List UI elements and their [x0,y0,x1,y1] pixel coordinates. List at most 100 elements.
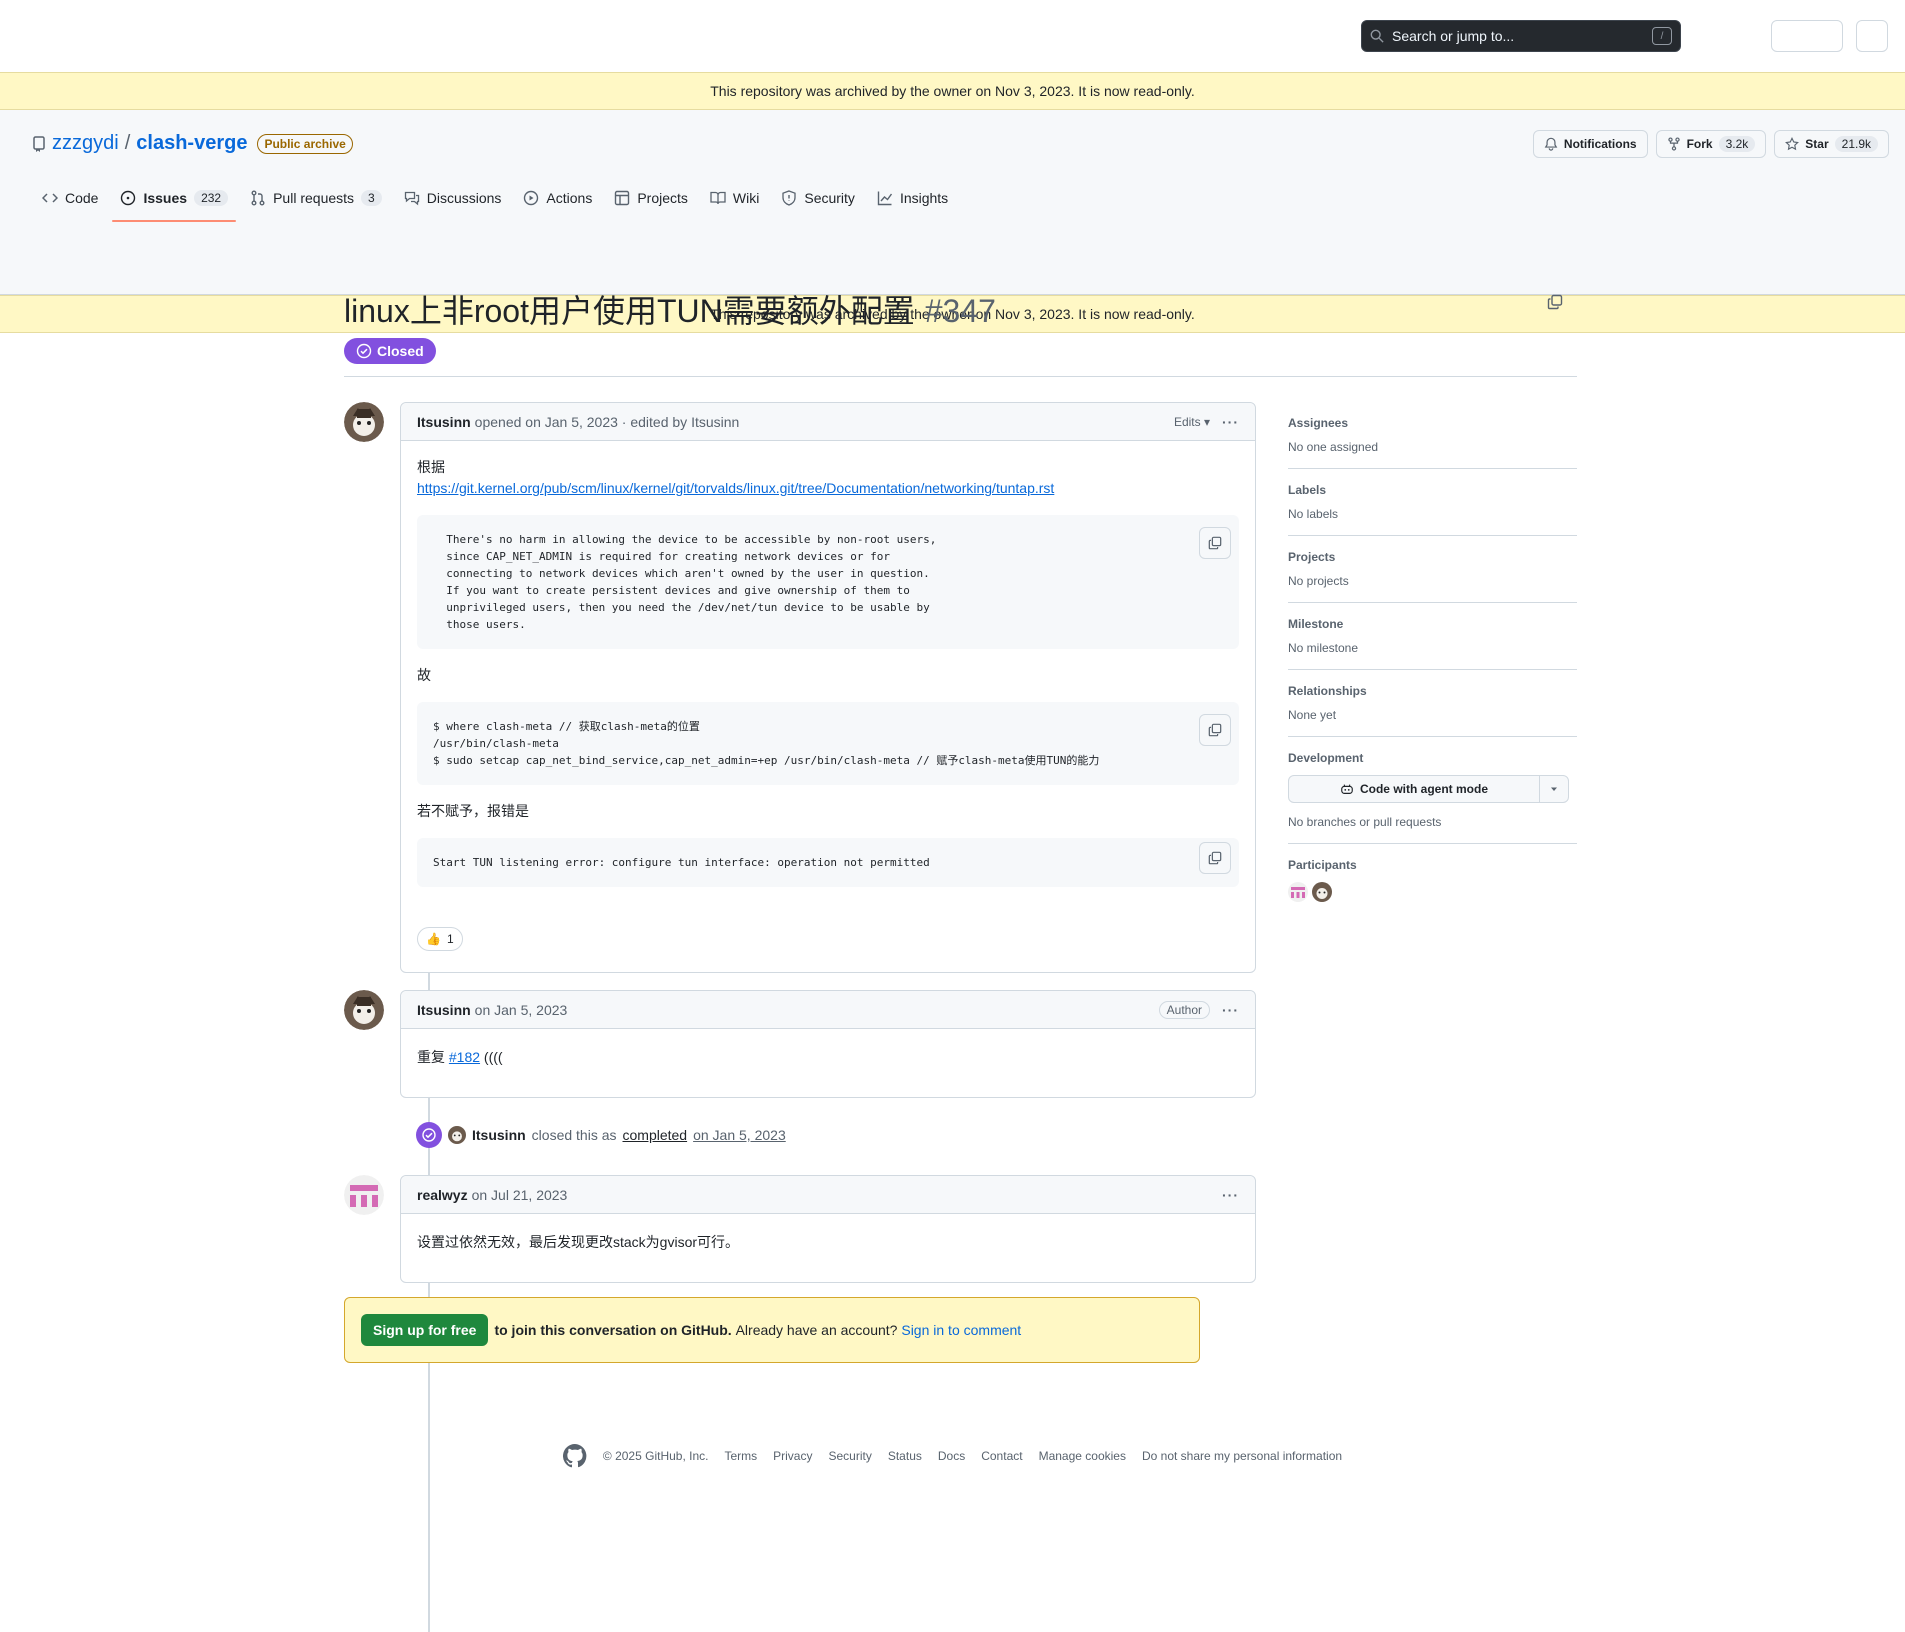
menu-button[interactable] [1856,20,1888,52]
kernel-doc-link[interactable]: https://git.kernel.org/pub/scm/linux/ker… [417,480,1054,496]
sign-in-link[interactable]: Sign in to comment [901,1322,1021,1338]
avatar[interactable] [344,402,384,442]
code-with-agent-button-group: Code with agent mode [1288,775,1569,803]
copy-code-button[interactable] [1199,714,1231,746]
event-date-link[interactable]: on Jan 5, 2023 [693,1127,786,1143]
book-icon [710,191,726,205]
sidebar-heading: Projects [1288,550,1336,564]
tab-pull-requests[interactable]: Pull requests 3 [240,174,392,222]
fork-icon [1667,137,1680,151]
event-actor[interactable]: Itsusinn [472,1127,526,1143]
fork-button[interactable]: Fork 3.2k [1655,130,1767,158]
agent-dropdown-button[interactable] [1540,776,1568,802]
tab-wiki[interactable]: Wiki [700,174,769,222]
avatar[interactable] [344,990,384,1030]
sidebar-value: No one assigned [1288,440,1379,454]
sidebar-heading: Participants [1288,858,1357,872]
comment-header: Itsusinn on Jan 5, 2023 Author ··· [401,991,1255,1029]
issue-sidebar: Assignees No one assigned Labels No labels… [1288,402,1577,916]
edits-dropdown[interactable]: Edits ▾ [1174,415,1210,429]
tab-actions[interactable]: Actions [513,174,602,222]
triangle-down-icon [1551,787,1557,791]
sign-in-button[interactable] [1771,20,1843,52]
issue-body-comment: Itsusinn opened on Jan 5, 2023 · edited … [400,402,1256,973]
copy-code-button[interactable] [1199,842,1231,874]
issue-number: #347 [924,293,996,329]
tab-insights[interactable]: Insights [867,174,958,222]
comment-author[interactable]: realwyz [417,1187,468,1203]
footer-link-terms[interactable]: Terms [724,1449,757,1463]
reaction-button[interactable]: 👍 1 [417,927,463,951]
search-input[interactable]: Search or jump to... / [1361,20,1681,52]
star-label: Star [1805,137,1829,151]
sign-up-button[interactable]: Sign up for free [361,1314,489,1346]
comment-header: Itsusinn opened on Jan 5, 2023 · edited … [401,403,1255,441]
fork-label: Fork [1686,137,1713,151]
more-options-icon[interactable]: ··· [1222,414,1239,430]
footer-link-docs[interactable]: Docs [938,1449,965,1463]
notifications-button[interactable]: Notifications [1532,130,1648,158]
tab-label: Projects [637,190,688,206]
participant-avatar[interactable] [1312,882,1332,902]
visibility-badge: Public archive [257,133,353,154]
comment-author[interactable]: Itsusinn [417,1002,471,1018]
body-text: 根据 [417,459,445,475]
page-footer: © 2025 GitHub, Inc. Terms Privacy Securi… [0,1444,1905,1468]
comment-meta: opened on Jan 5, 2023 · edited by Itsusi… [474,413,740,430]
copy-icon [1208,851,1222,865]
comment-header: realwyz on Jul 21, 2023 ··· [401,1176,1255,1214]
repo-icon [33,135,45,152]
footer-link-privacy[interactable]: Privacy [773,1449,812,1463]
more-options-icon[interactable]: ··· [1222,1002,1239,1018]
reaction-count: 1 [446,932,454,946]
body-text: (((( [480,1049,503,1065]
avatar-small [448,1126,466,1144]
participant-avatar[interactable] [1288,882,1308,902]
breadcrumb-separator: / [124,132,131,154]
comment-author[interactable]: Itsusinn [417,414,471,430]
footer-link-do-not-share[interactable]: Do not share my personal information [1142,1449,1342,1463]
body-text: 设置过依然无效，最后发现更改stack为gvisor可行。 [417,1234,740,1250]
tab-code[interactable]: Code [32,174,108,222]
event-text: closed this as [531,1127,617,1143]
search-icon [1370,29,1384,43]
sidebar-projects: Projects No projects [1288,536,1577,603]
sidebar-labels: Labels No labels [1288,469,1577,536]
footer-copyright: © 2025 GitHub, Inc. [602,1449,709,1463]
issue-reference-link[interactable]: #182 [449,1049,480,1065]
tab-issues[interactable]: Issues 232 [110,174,238,222]
breadcrumb: zzzgydi / clash-verge Public archive [32,132,353,155]
code-with-agent-label: Code with agent mode [1359,782,1488,796]
signup-text: Already have an account? [735,1322,898,1338]
sidebar-value: No labels [1288,507,1339,521]
copy-code-button[interactable] [1199,527,1231,559]
avatar[interactable] [344,1175,384,1215]
notifications-label: Notifications [1563,137,1637,151]
tab-security[interactable]: Security [771,174,865,222]
avatar-cat-image [344,990,384,1030]
footer-link-manage-cookies[interactable]: Manage cookies [1039,1449,1126,1463]
tab-projects[interactable]: Projects [604,174,698,222]
comment-meta: on Jan 5, 2023 [474,1001,568,1018]
repo-name-link[interactable]: clash-verge [136,132,247,155]
code-text: There's no harm in allowing the device t… [446,533,937,631]
status-label: Closed [377,343,424,359]
search-placeholder: Search or jump to... [1392,28,1515,44]
avatar-identicon [344,1175,384,1215]
copy-link-button[interactable] [1547,294,1563,313]
event-reason-link[interactable]: completed [623,1127,688,1143]
footer-link-status[interactable]: Status [888,1449,922,1463]
star-count: 21.9k [1834,136,1878,152]
footer-link-contact[interactable]: Contact [981,1449,1022,1463]
shield-icon [782,190,797,206]
play-icon [524,190,539,206]
star-button[interactable]: Star 21.9k [1774,130,1889,158]
more-options-icon[interactable]: ··· [1222,1187,1239,1203]
participants-list [1288,882,1577,902]
repo-owner-link[interactable]: zzzgydi [52,132,119,155]
tab-discussions[interactable]: Discussions [394,174,512,222]
footer-link-security[interactable]: Security [828,1449,871,1463]
sidebar-participants: Participants [1288,844,1577,916]
code-with-agent-button[interactable]: Code with agent mode [1289,776,1540,802]
github-logo-icon[interactable] [562,1444,587,1468]
